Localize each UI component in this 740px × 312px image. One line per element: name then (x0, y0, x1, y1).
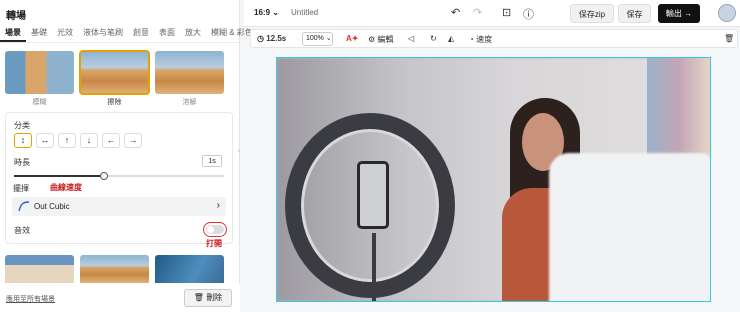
sliders-icon: ⚙ (368, 35, 376, 44)
thumbnail-dissolve[interactable] (155, 51, 224, 94)
thumbnail-caption: 擦除 (107, 99, 122, 106)
category-tabs: 場景 基礎 光效 液体与笔刷 創意 表面 放大 模糊 & 彩色 (0, 27, 253, 43)
tab-creative[interactable]: 創意 (128, 27, 154, 42)
save-zip-button[interactable]: 保存zip (570, 4, 614, 23)
tab-basic[interactable]: 基礎 (26, 27, 52, 42)
direction-down-button[interactable]: ↓ (80, 133, 98, 148)
tab-light[interactable]: 光效 (52, 27, 78, 42)
delete-button[interactable]: 🗑 刪除 (184, 289, 232, 307)
zoom-select[interactable]: 100% ⌄ (302, 32, 333, 46)
panel-footer: 應用至所有場景 🗑 刪除 (0, 284, 240, 312)
aspect-ratio-value: 16:9 (254, 8, 271, 17)
sound-label: 音效 (14, 226, 30, 235)
save-button[interactable]: 保存 (618, 4, 651, 23)
top-bar: 16:9 ⌄ Untitled ↶ ↷ ⊡ ⓘ 保存zip 保存 輸出 → (244, 0, 740, 27)
annotation-curve-speed: 曲線速度 (50, 183, 82, 192)
easing-label: 擺揮 (13, 184, 29, 193)
direction-options: ↕ ↔ ↑ ↓ ← → (14, 133, 142, 148)
annotation-highlight-ring (203, 222, 227, 237)
slider-fill (14, 175, 105, 177)
apply-to-all-link[interactable]: 應用至所有場景 (6, 294, 55, 304)
duration-input[interactable]: 1s (202, 155, 222, 167)
thumbnail-wipe[interactable] (79, 50, 150, 95)
tab-scene[interactable]: 場景 (0, 27, 26, 42)
duration-value: 12.5s (266, 34, 287, 43)
aspect-ratio-select[interactable]: 16:9 ⌄ (254, 8, 279, 17)
thumbnail-caption: 模糊 (32, 99, 47, 106)
shirt-image (549, 153, 710, 301)
thumbnail-caption: 溶解 (182, 99, 197, 106)
edit-button[interactable]: ⚙ 編輯 (368, 34, 393, 45)
direction-right-button[interactable]: → (124, 133, 142, 148)
ring-light-stand-image (372, 233, 376, 301)
tab-surface[interactable]: 表面 (154, 27, 180, 42)
avatar[interactable] (718, 4, 736, 22)
transition-settings: 分类 ↕ ↔ ↑ ↓ ← → 時長 1s 曲線速度 擺揮 Out Cubic › (5, 112, 233, 244)
canvas-toolbar: ◷ 12.5s 100% ⌄ A✦ ⚙ 編輯 ◁ ↻ ◭ ◔ 速度 🗑 (250, 29, 738, 48)
video-preview[interactable] (276, 57, 711, 302)
easing-select[interactable]: Out Cubic › (12, 197, 226, 216)
arrow-right-icon: → (684, 9, 693, 18)
duration-slider[interactable] (14, 172, 224, 180)
speed-icon: ◔ (469, 35, 474, 44)
tab-zoom[interactable]: 放大 (180, 27, 206, 42)
direction-horizontal-button[interactable]: ↔ (36, 133, 54, 148)
more-thumbnails (5, 255, 224, 283)
edit-label: 編輯 (377, 35, 394, 44)
thumbnail[interactable] (155, 255, 224, 283)
easing-value: Out Cubic (34, 202, 70, 211)
direction-left-button[interactable]: ← (102, 133, 120, 148)
app-root: 轉場 場景 基礎 光效 液体与笔刷 創意 表面 放大 模糊 & 彩色 模糊 擦除… (0, 0, 740, 312)
export-button[interactable]: 輸出 → (658, 4, 700, 23)
duration-display[interactable]: ◷ 12.5s (257, 34, 286, 43)
panel-title: 轉場 (6, 11, 26, 22)
screenshot-icon[interactable]: ⊡ (502, 6, 511, 19)
rotate-icon[interactable]: ↻ (430, 34, 437, 43)
curve-icon (18, 201, 30, 212)
project-title[interactable]: Untitled (291, 8, 318, 17)
direction-label: 分类 (14, 121, 30, 130)
flip-icon[interactable]: ◭ (448, 34, 454, 43)
thumbnail-blur[interactable] (5, 51, 74, 94)
volume-icon[interactable]: ◁ (408, 34, 414, 43)
thumbnail[interactable] (5, 255, 74, 283)
clock-icon: ◷ (257, 34, 264, 43)
direction-vertical-button[interactable]: ↕ (14, 133, 32, 148)
undo-icon[interactable]: ↶ (451, 6, 460, 19)
phone-image (357, 161, 389, 229)
annotation-open: 打開 (206, 239, 222, 248)
chevron-right-icon: › (216, 200, 220, 211)
trash-icon: 🗑 (193, 293, 204, 302)
trash-icon[interactable]: 🗑 (724, 34, 734, 43)
export-label: 輸出 (665, 9, 682, 18)
ai-icon[interactable]: A✦ (346, 34, 358, 43)
zoom-value: 100% (306, 35, 324, 42)
redo-icon[interactable]: ↷ (473, 6, 482, 19)
help-icon[interactable]: ⓘ (523, 6, 534, 22)
delete-label: 刪除 (206, 293, 223, 302)
speed-button[interactable]: ◔ 速度 (469, 34, 492, 45)
transition-thumbnails (5, 50, 224, 95)
duration-label: 時長 (14, 158, 30, 167)
collapse-panel-icon[interactable]: ‹ (238, 148, 244, 162)
transition-panel: 轉場 場景 基礎 光效 液体与笔刷 創意 表面 放大 模糊 & 彩色 模糊 擦除… (0, 0, 253, 312)
thumbnail[interactable] (80, 255, 149, 283)
slider-handle[interactable] (100, 172, 109, 180)
speed-label: 速度 (476, 35, 493, 44)
direction-up-button[interactable]: ↑ (58, 133, 76, 148)
tab-liquid-brush[interactable]: 液体与笔刷 (78, 27, 128, 42)
